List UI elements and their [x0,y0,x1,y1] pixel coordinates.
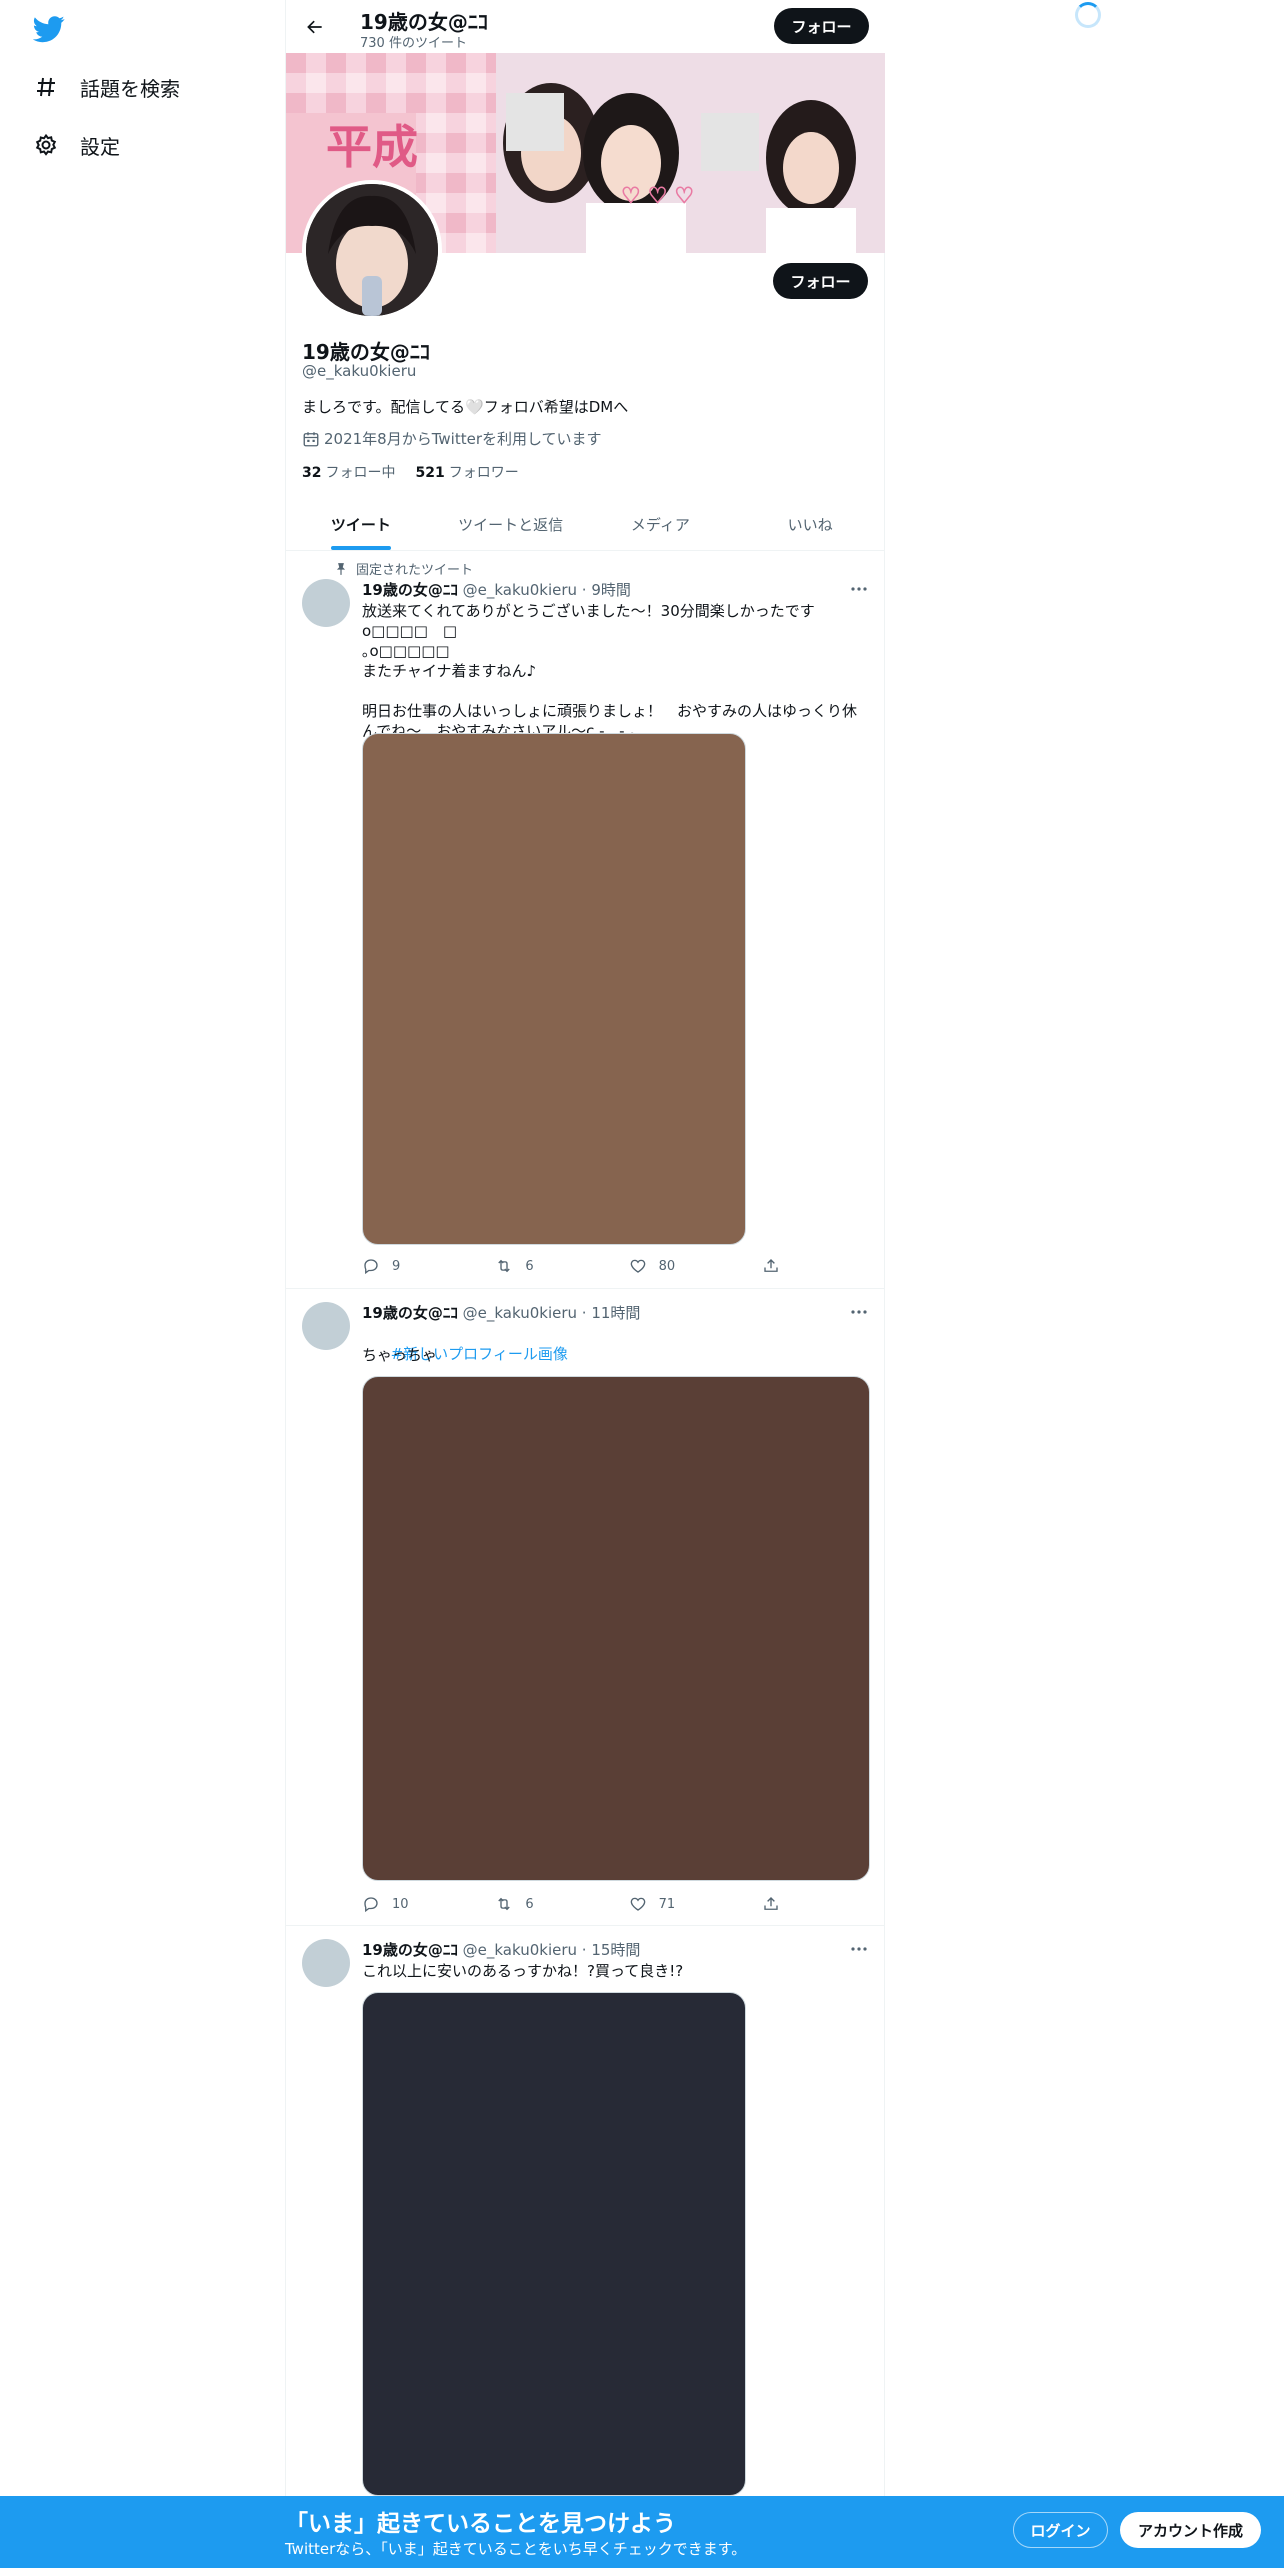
tab-tweets-and-replies[interactable]: ツイートと返信 [436,498,586,550]
share-icon [764,1259,778,1272]
tweet[interactable]: 固定されたツイート 19歳の女@ﾆｺ @e_kaku0kieru · 9時間 放… [286,551,885,1289]
tweet-media[interactable] [362,733,746,1245]
profile-follow-button[interactable]: フォロー [773,263,868,299]
retweet-icon [498,1897,511,1911]
profile-avatar[interactable] [302,180,442,320]
more-icon[interactable] [849,1939,869,1959]
tab-media[interactable]: メディア [586,498,736,550]
avatar[interactable] [302,579,350,627]
tweet-meta[interactable]: @e_kaku0kieru · 9時間 [463,581,631,599]
bottom-bar-subtitle: Twitterなら、「いま」起きていることをいち早くチェックできます。 [285,2540,747,2558]
tweet-text: ちゃっちゃ [362,1346,438,1364]
tweet-text: 放送来てくれてありがとうございました〜！30分間楽しかったですo□□□□ □ ｡… [362,602,858,740]
calendar-icon [302,430,320,448]
profile-handle: @e_kaku0kieru [302,362,417,380]
bottom-bar-title: 「いま」起きていることを見つけよう [285,2511,676,2537]
following-count: 32 [302,465,322,481]
like-button[interactable]: 80 [629,1257,762,1275]
profile-name: 19歳の女@ﾆｺ [302,340,430,364]
twitter-bird-icon[interactable] [32,13,65,45]
pinned-label: 固定されたツイート [356,563,474,578]
tweet-media[interactable] [362,1992,746,2496]
pin-icon [334,562,348,576]
header-tweet-count: 730 件のツイート [360,36,467,51]
like-count: 71 [658,1896,676,1912]
reply-count: 9 [392,1258,401,1274]
following-label: フォロー中 [325,465,396,481]
reply-icon [364,1897,378,1913]
nav-explore[interactable]: 話題を検索 [32,67,180,107]
tweet-header: 19歳の女@ﾆｺ @e_kaku0kieru · 9時間 [362,579,631,600]
tweet[interactable]: 19歳の女@ﾆｺ @e_kaku0kieru · 15時間 これ以上に安いのある… [286,1926,885,2496]
profile-stats: 32 フォロー中 521 フォロワー [302,462,519,482]
profile-joined: 2021年8月からTwitterを利用しています [302,428,602,449]
like-count: 80 [658,1258,676,1274]
like-icon [630,1259,645,1273]
reply-button[interactable]: 9 [362,1257,495,1275]
tab-tweets[interactable]: ツイート [286,498,436,550]
avatar[interactable] [302,1939,350,1987]
following-link[interactable]: 32 フォロー中 [302,462,395,482]
share-button[interactable] [762,1895,792,1913]
pinned-label-row: 固定されたツイート [328,559,473,578]
reply-button[interactable]: 10 [362,1895,495,1913]
retweet-count: 6 [525,1258,534,1274]
reply-count: 10 [392,1896,409,1912]
profile-tabs: ツイート ツイートと返信 メディア いいね [286,498,885,551]
header-name: 19歳の女@ﾆｺ [360,10,488,34]
followers-count: 521 [415,465,445,481]
retweet-button[interactable]: 6 [495,1895,628,1913]
back-arrow-icon[interactable] [298,10,332,44]
reply-icon [364,1259,378,1275]
tweet-actions: 10 6 71 [362,1895,792,1913]
tab-likes[interactable]: いいね [735,498,885,550]
login-button[interactable]: ログイン [1013,2512,1108,2548]
tweet-header: 19歳の女@ﾆｺ @e_kaku0kieru · 11時間 [362,1302,640,1323]
tweet-header: 19歳の女@ﾆｺ @e_kaku0kieru · 15時間 [362,1939,640,1960]
tweet-author-name[interactable]: 19歳の女@ﾆｺ [362,1304,458,1322]
signup-bottom-bar: 「いま」起きていることを見つけよう Twitterなら、「いま」起きていることを… [0,2496,1284,2568]
svg-text:♡ ♡ ♡: ♡ ♡ ♡ [621,184,694,209]
like-icon [630,1897,645,1911]
main-column: 19歳の女@ﾆｺ 730 件のツイート フォロー 平成 ♡ ♡ ♡ フォロー 1… [285,0,885,2496]
avatar[interactable] [302,1302,350,1350]
tweet-media[interactable] [362,1376,870,1881]
nav-explore-label: 話題を検索 [80,76,180,101]
loading-spinner-icon [1075,2,1101,28]
like-button[interactable]: 71 [629,1895,762,1913]
profile-bio: ましろです。配信してる🤍フォロバ希望はDMへ [302,398,629,416]
create-account-button[interactable]: アカウント作成 [1120,2512,1261,2548]
retweet-button[interactable]: 6 [495,1257,628,1275]
tweet-text: これ以上に安いのあるっすかね！?買って良き!? [362,1962,684,1980]
gear-icon [32,131,60,159]
hashtag-icon [32,73,60,101]
more-icon[interactable] [849,579,869,599]
nav-settings-label: 設定 [80,134,120,159]
retweet-icon [498,1259,511,1273]
tweet-author-name[interactable]: 19歳の女@ﾆｺ [362,1941,458,1959]
tweet-actions: 9 6 80 [362,1257,792,1275]
left-nav: 話題を検索 設定 [0,0,285,2568]
svg-text:平成: 平成 [326,120,418,174]
followers-link[interactable]: 521 フォロワー [415,462,518,482]
header-follow-button[interactable]: フォロー [774,8,869,44]
retweet-count: 6 [525,1896,534,1912]
tweet[interactable]: 19歳の女@ﾆｺ @e_kaku0kieru · 11時間 #新しいプロフィール… [286,1289,885,1926]
profile-joined-text: 2021年8月からTwitterを利用しています [324,430,602,448]
share-button[interactable] [762,1257,792,1275]
followers-label: フォロワー [448,465,519,481]
tweet-meta[interactable]: @e_kaku0kieru · 15時間 [463,1941,641,1959]
tweet-author-name[interactable]: 19歳の女@ﾆｺ [362,581,458,599]
profile-header-bar: 19歳の女@ﾆｺ 730 件のツイート フォロー [286,0,885,53]
nav-settings[interactable]: 設定 [32,125,120,165]
tweet-meta[interactable]: @e_kaku0kieru · 11時間 [463,1304,641,1322]
more-icon[interactable] [849,1302,869,1322]
share-icon [764,1897,778,1910]
